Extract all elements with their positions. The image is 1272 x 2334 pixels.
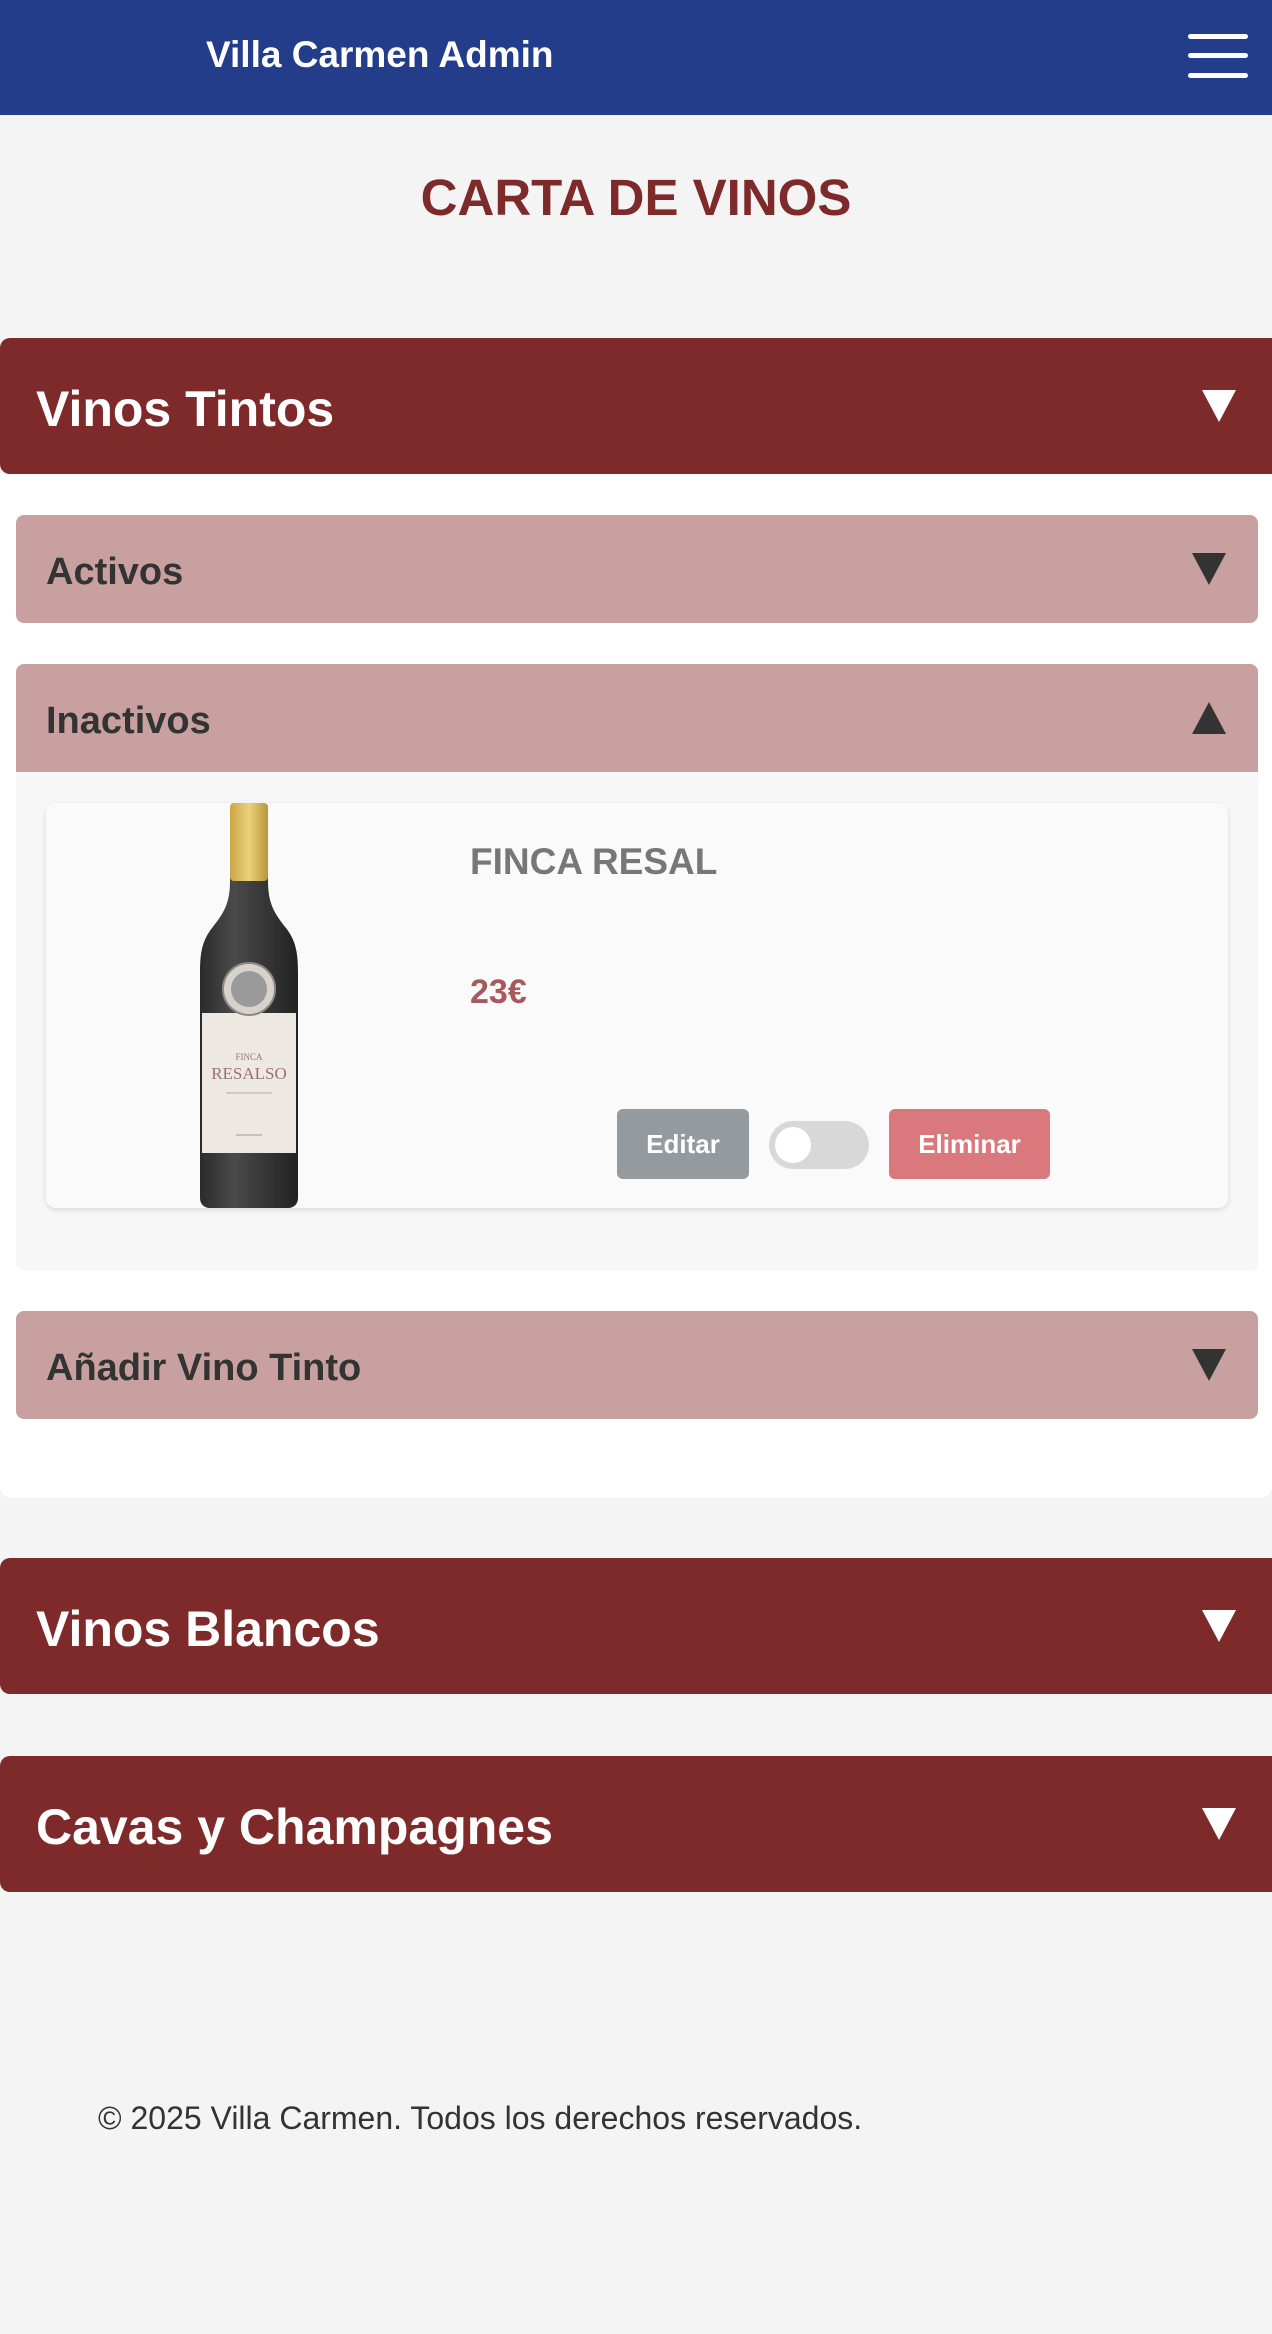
triangle-down-icon [1192,1349,1226,1381]
wine-card: FINCA RESALSO FINCA RESAL 23€ Editar Eli… [46,803,1228,1208]
section-label: Cavas y Champagnes [36,1799,553,1855]
subsection-body-inactivos: FINCA RESALSO FINCA RESAL 23€ Editar Eli… [16,773,1258,1271]
section-label: Vinos Tintos [36,381,335,437]
hamburger-line [1188,34,1248,39]
subsection-header-anadir-vino-tinto[interactable]: Añadir Vino Tinto [16,1311,1258,1419]
bottle-label-line: RESALSO [211,1064,287,1083]
section-header-cavas-y-champagnes[interactable]: Cavas y Champagnes [0,1756,1272,1892]
subsection-label: Añadir Vino Tinto [46,1347,362,1389]
section-label: Vinos Blancos [36,1601,380,1657]
bottle-label-line: FINCA [235,1052,263,1062]
hamburger-line [1188,73,1248,78]
triangle-up-icon [1192,702,1226,734]
subsection-label: Activos [46,551,184,593]
brand-title[interactable]: Villa Carmen Admin [206,34,554,76]
hamburger-line [1188,53,1248,58]
triangle-down-icon [1202,1808,1236,1840]
hamburger-menu-icon[interactable] [1188,34,1248,78]
toggle-knob [775,1127,811,1163]
delete-button[interactable]: Eliminar [889,1109,1050,1179]
top-navbar: Villa Carmen Admin [0,0,1272,115]
wine-name: FINCA RESAL [470,841,718,882]
active-toggle[interactable] [769,1121,869,1169]
triangle-down-icon [1192,553,1226,585]
wine-bottle-image: FINCA RESALSO [200,803,298,1208]
page-title: CARTA DE VINOS [420,169,852,226]
section-header-vinos-tintos[interactable]: Vinos Tintos [0,338,1272,474]
subsection-header-inactivos[interactable]: Inactivos [16,664,1258,772]
triangle-down-icon [1202,390,1236,422]
section-header-vinos-blancos[interactable]: Vinos Blancos [0,1558,1272,1694]
footer-copyright: © 2025 Villa Carmen. Todos los derechos … [98,2100,863,2136]
edit-button[interactable]: Editar [617,1109,749,1179]
subsection-label: Inactivos [46,700,211,742]
subsection-header-activos[interactable]: Activos [16,515,1258,623]
wine-price: 23€ [470,973,527,1011]
triangle-down-icon [1202,1610,1236,1642]
